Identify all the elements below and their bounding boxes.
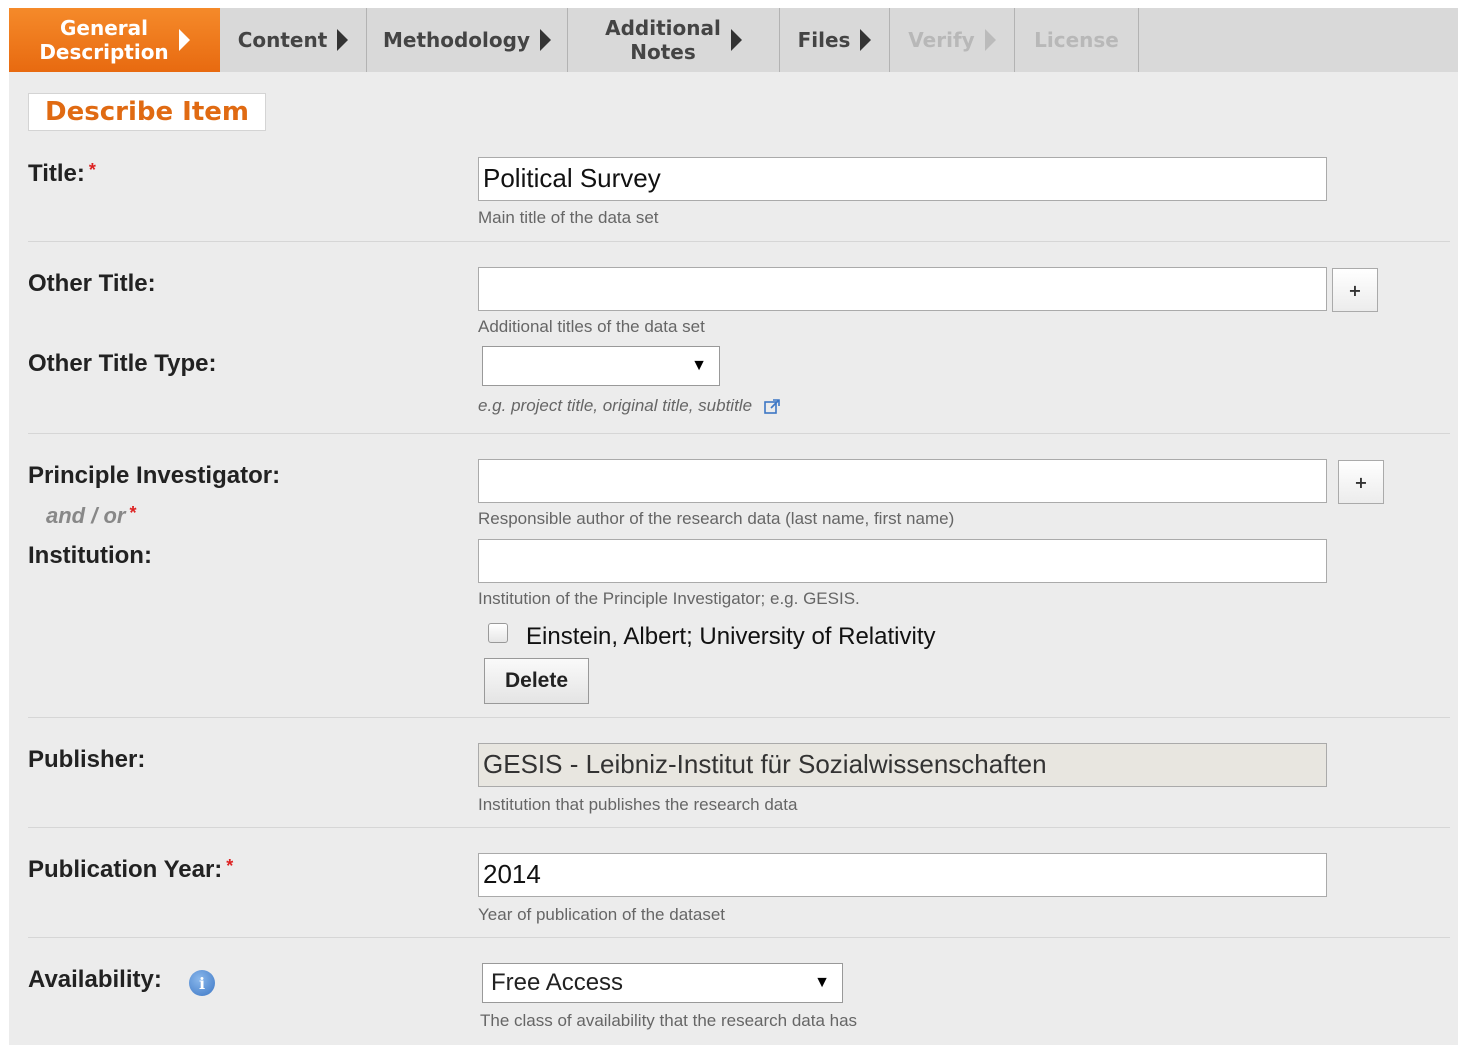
title-hint: Main title of the data set (478, 208, 659, 227)
investigator-label: Principle Investigator: (28, 462, 281, 489)
tab-label: License (1034, 28, 1119, 52)
and-or-text: and / or (46, 503, 126, 528)
other-title-type-select[interactable]: ▼ (482, 346, 720, 386)
entry-label: Einstein, Albert; University of Relativi… (526, 623, 936, 650)
page-title: Describe Item (28, 93, 266, 131)
tab-additional-notes[interactable]: Additional Notes (568, 8, 780, 72)
hint-text: e.g. project title, original title, subt… (478, 396, 753, 415)
availability-label: Availability: (28, 966, 162, 993)
tab-content[interactable]: Content (220, 8, 367, 72)
tab-label: Notes (630, 40, 696, 64)
other-title-hint: Additional titles of the data set (478, 317, 705, 336)
institution-label: Institution: (28, 542, 152, 569)
add-investigator-button[interactable]: + (1338, 460, 1384, 504)
field-label-text: Publication Year: (28, 856, 223, 883)
triangle-right-icon (984, 29, 996, 51)
publisher-label: Publisher: (28, 746, 146, 773)
tab-label: Content (237, 28, 328, 52)
triangle-right-icon (730, 29, 742, 51)
title-label: Title: * (28, 160, 96, 188)
chevron-down-icon: ▼ (814, 974, 830, 991)
publisher-input: GESIS - Leibniz-Institut für Sozialwisse… (478, 743, 1327, 787)
tab-label: Files (797, 28, 851, 52)
other-title-input[interactable] (478, 267, 1327, 311)
other-title-label: Other Title: (28, 270, 156, 297)
triangle-right-icon (540, 29, 551, 51)
tab-label: Additional (605, 16, 721, 40)
availability-select[interactable]: Free Access ▼ (482, 963, 843, 1003)
required-marker: * (129, 503, 137, 523)
external-link-icon[interactable] (763, 398, 781, 416)
institution-input[interactable] (478, 539, 1327, 583)
divider (28, 433, 1450, 434)
divider (28, 937, 1450, 938)
info-icon[interactable]: i (189, 970, 215, 996)
title-input[interactable]: Political Survey (478, 157, 1327, 201)
select-value: Free Access (491, 969, 624, 996)
and-or-label: and / or * (46, 503, 136, 529)
investigator-hint: Responsible author of the research data … (478, 509, 955, 528)
add-other-title-button[interactable]: + (1332, 268, 1378, 312)
divider (28, 827, 1450, 828)
required-marker: * (88, 160, 96, 180)
institution-hint: Institution of the Principle Investigato… (478, 589, 860, 608)
other-title-type-hint: e.g. project title, original title, subt… (478, 396, 781, 416)
triangle-right-icon (337, 29, 349, 51)
other-title-type-label: Other Title Type: (28, 350, 217, 377)
chevron-down-icon: ▼ (691, 357, 707, 374)
triangle-right-icon (178, 29, 190, 51)
delete-button[interactable]: Delete (484, 658, 589, 704)
publication-year-label: Publication Year: * (28, 856, 233, 884)
publication-year-hint: Year of publication of the dataset (478, 905, 725, 924)
publisher-hint: Institution that publishes the research … (478, 795, 798, 814)
triangle-right-icon (860, 29, 872, 51)
tab-license: License (1015, 8, 1139, 72)
tab-methodology[interactable]: Methodology (367, 8, 568, 72)
form-frame: General Description Content Methodology A… (9, 8, 1458, 1045)
tab-label: Description (39, 40, 169, 64)
tab-label: Verify (908, 28, 975, 52)
wizard-tabs: General Description Content Methodology A… (9, 8, 1458, 72)
investigator-input[interactable] (478, 459, 1327, 503)
tab-verify: Verify (890, 8, 1015, 72)
field-label-text: Title: (28, 160, 85, 187)
tab-label: Methodology (382, 28, 530, 52)
divider (28, 241, 1450, 242)
tab-label: General (59, 16, 148, 40)
tab-general-description[interactable]: General Description (9, 8, 220, 72)
divider (28, 717, 1450, 718)
publication-year-input[interactable]: 2014 (478, 853, 1327, 897)
tab-files[interactable]: Files (780, 8, 890, 72)
entry-checkbox[interactable] (488, 623, 508, 643)
availability-hint: The class of availability that the resea… (480, 1011, 858, 1030)
required-marker: * (226, 856, 234, 876)
